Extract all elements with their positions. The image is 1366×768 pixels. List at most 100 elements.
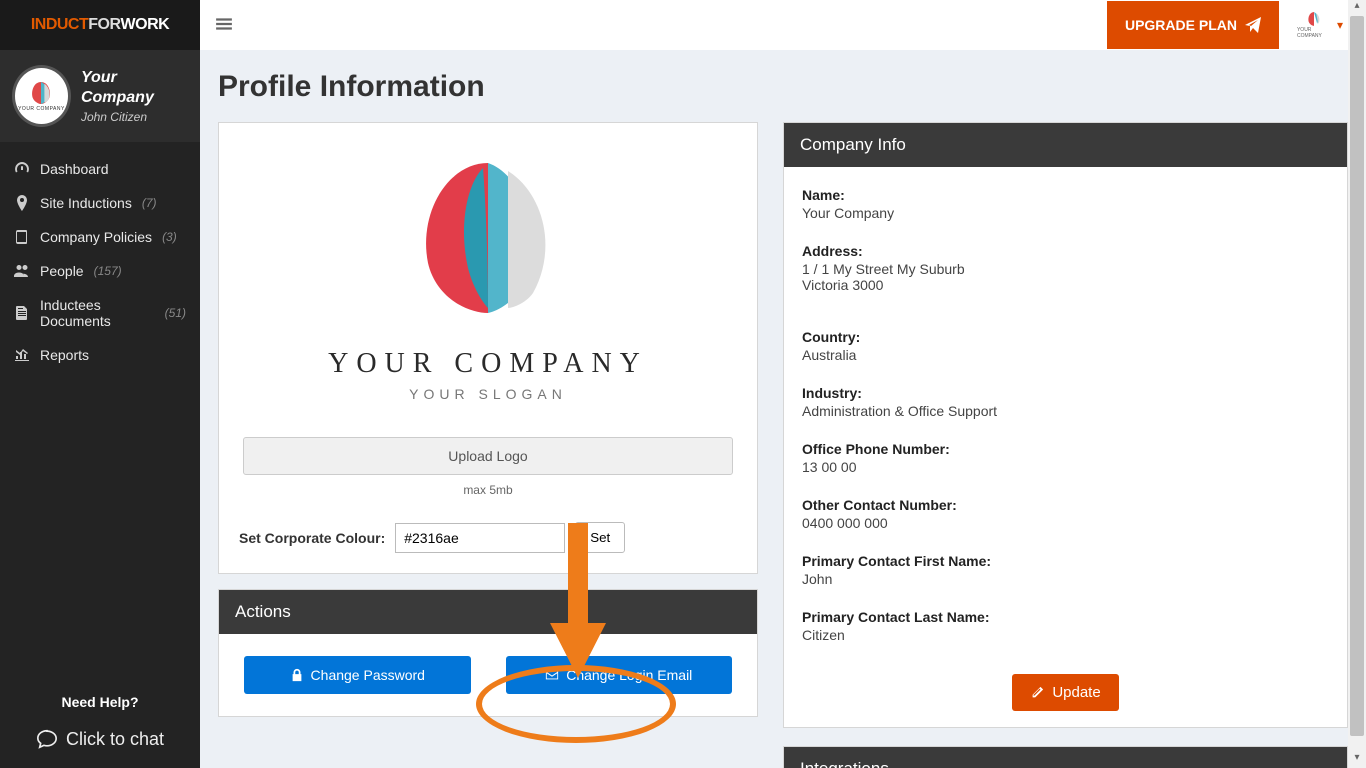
info-value: Administration & Office Support [802, 403, 997, 419]
info-value: Australia [802, 347, 856, 363]
info-row: Primary Contact Last Name: Citizen [802, 603, 1329, 659]
document-icon [14, 305, 30, 321]
update-label: Update [1052, 684, 1100, 701]
sidebar-item-reports[interactable]: Reports [0, 338, 200, 372]
sidebar-item-label: Company Policies [40, 229, 152, 245]
scroll-thumb[interactable] [1350, 16, 1364, 736]
company-info-body: Name: Your Company Address: 1 / 1 My Stree… [784, 167, 1347, 727]
info-row: Other Contact Number: 0400 000 000 [802, 491, 1329, 547]
content: Profile Information YOUR COM [200, 50, 1366, 768]
account-menu[interactable]: YOUR COMPANY ▾ [1289, 8, 1351, 42]
pencil-icon [1030, 686, 1044, 700]
scroll-up-icon[interactable]: ▴ [1348, 0, 1366, 16]
info-value: John [802, 571, 832, 587]
info-value: 1 / 1 My Street My Suburb Victoria 3000 [802, 261, 965, 293]
dashboard-icon [14, 161, 30, 177]
info-row: Address: 1 / 1 My Street My Suburb Victor… [802, 237, 1329, 309]
sidebar-user: John Citizen [81, 110, 188, 124]
info-label: Name: [802, 187, 1329, 203]
chart-icon [14, 347, 30, 363]
change-email-label: Change Login Email [566, 667, 692, 683]
brand-logo: INDUCTFOR WORK [0, 0, 200, 50]
actions-header: Actions [219, 590, 757, 634]
company-logo-small: YOUR COMPANY [1297, 8, 1331, 42]
click-to-chat[interactable]: Click to chat [0, 718, 200, 768]
upload-logo-button[interactable]: Upload Logo [243, 437, 733, 475]
main-area: UPGRADE PLAN YOUR COMPANY ▾ Profile Info… [200, 0, 1366, 768]
sidebar-item-site-inductions[interactable]: Site Inductions (7) [0, 186, 200, 220]
sidebar-item-company-policies[interactable]: Company Policies (3) [0, 220, 200, 254]
sidebar-item-people[interactable]: People (157) [0, 254, 200, 288]
company-info-card: Company Info Name: Your Company Address: 1… [783, 122, 1348, 728]
colour-label: Set Corporate Colour: [239, 530, 385, 546]
chat-icon [36, 728, 58, 750]
logo-company-text: YOUR COMPANY [328, 348, 648, 380]
info-label: Address: [802, 243, 1329, 259]
pin-icon [14, 195, 30, 211]
info-row: Primary Contact First Name: John [802, 547, 1329, 603]
chat-label: Click to chat [66, 729, 164, 750]
info-value: 13 00 00 [802, 459, 857, 475]
topbar: UPGRADE PLAN YOUR COMPANY ▾ [200, 0, 1366, 50]
sidebar: INDUCTFOR WORK YOUR COMPANY Your Company… [0, 0, 200, 768]
info-value: Your Company [802, 205, 894, 221]
info-label: Primary Contact Last Name: [802, 609, 1329, 625]
info-row: Industry: Administration & Office Support [802, 379, 1329, 435]
paper-plane-icon [1245, 17, 1261, 33]
avatar: YOUR COMPANY [12, 65, 71, 127]
people-icon [14, 263, 30, 279]
page-title: Profile Information [218, 70, 1348, 104]
sidebar-item-count: (51) [165, 306, 186, 320]
sidebar-item-inductees-documents[interactable]: Inductees Documents (51) [0, 288, 200, 338]
logo-slogan-text: YOUR SLOGAN [409, 386, 567, 402]
sidebar-item-label: Reports [40, 347, 89, 363]
book-icon [14, 229, 30, 245]
brand-part3: WORK [121, 16, 170, 34]
info-row: Name: Your Company [802, 181, 1329, 237]
sidebar-item-count: (7) [142, 196, 157, 210]
change-login-email-button[interactable]: Change Login Email [506, 656, 733, 694]
info-value: 0400 000 000 [802, 515, 888, 531]
update-button[interactable]: Update [1012, 674, 1118, 711]
sidebar-item-count: (3) [162, 230, 177, 244]
sidebar-item-count: (157) [94, 264, 122, 278]
logo-card: YOUR COMPANY YOUR SLOGAN Upload Logo max… [218, 122, 758, 574]
sidebar-item-label: Site Inductions [40, 195, 132, 211]
sidebar-company: Your Company [81, 68, 188, 106]
upload-note: max 5mb [463, 483, 512, 497]
brand-part1: INDUCT [31, 16, 88, 34]
change-password-button[interactable]: Change Password [244, 656, 471, 694]
info-label: Other Contact Number: [802, 497, 1329, 513]
sidebar-item-dashboard[interactable]: Dashboard [0, 152, 200, 186]
info-row: Office Phone Number: 13 00 00 [802, 435, 1329, 491]
upgrade-label: UPGRADE PLAN [1125, 17, 1237, 33]
chevron-down-icon: ▾ [1337, 18, 1343, 32]
scroll-down-icon[interactable]: ▾ [1348, 752, 1366, 768]
sidebar-nav: Dashboard Site Inductions (7) Company Pol… [0, 142, 200, 686]
integrations-card: Integrations [783, 746, 1348, 768]
upgrade-plan-button[interactable]: UPGRADE PLAN [1107, 1, 1279, 49]
info-row: Country: Australia [802, 323, 1329, 379]
scrollbar[interactable]: ▴ ▾ [1348, 0, 1366, 768]
brand-part2: FOR [88, 16, 120, 34]
corporate-colour-input[interactable] [395, 523, 565, 553]
sidebar-profile[interactable]: YOUR COMPANY Your Company John Citizen [0, 50, 200, 142]
company-info-header: Company Info [784, 123, 1347, 167]
sidebar-item-label: Inductees Documents [40, 297, 155, 329]
lock-icon [290, 668, 304, 682]
envelope-icon [545, 668, 559, 682]
company-logo-large [378, 153, 598, 326]
change-password-label: Change Password [311, 667, 425, 683]
info-label: Country: [802, 329, 1329, 345]
info-value: Citizen [802, 627, 845, 643]
actions-card: Actions Change Password Change Login Ema… [218, 589, 758, 717]
need-help-label: Need Help? [0, 686, 200, 718]
menu-toggle[interactable] [215, 15, 233, 36]
info-label: Primary Contact First Name: [802, 553, 1329, 569]
integrations-header: Integrations [784, 747, 1347, 768]
sidebar-item-label: Dashboard [40, 161, 109, 177]
sidebar-item-label: People [40, 263, 84, 279]
set-colour-button[interactable]: Set [575, 522, 625, 553]
info-label: Office Phone Number: [802, 441, 1329, 457]
info-label: Industry: [802, 385, 1329, 401]
